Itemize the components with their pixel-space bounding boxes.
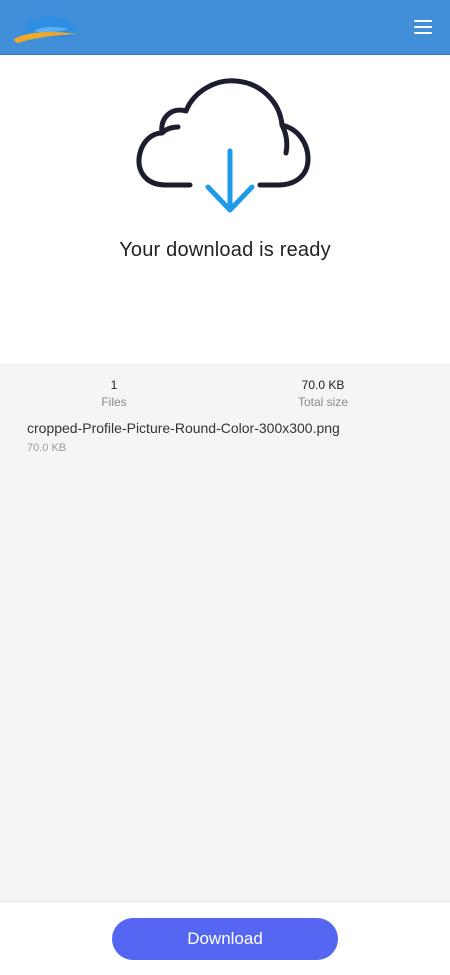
total-size-value: 70.0 KB [301,378,345,392]
menu-button[interactable] [414,17,434,35]
files-count-value: 1 [110,378,118,392]
download-details: 1 Files 70.0 KB Total size cropped-Profi… [0,363,450,901]
files-count-label: Files [101,395,127,409]
file-name: cropped-Profile-Picture-Round-Color-300x… [27,420,340,436]
cloud-download-icon [136,78,311,213]
hamburger-menu-icon-line [414,26,432,28]
app-header [0,0,450,55]
hamburger-menu-icon-line [414,20,432,22]
total-size-stat: 70.0 KB Total size [263,377,383,410]
download-footer: Download [0,901,450,975]
files-count-stat: 1 Files [54,377,174,410]
file-size: 70.0 KB [27,442,67,454]
total-size-label: Total size [297,395,349,409]
download-ready-title: Your download is ready [119,239,331,261]
cloud-logo-icon[interactable] [12,8,82,48]
download-ready-hero: Your download is ready [0,55,450,363]
file-list-item[interactable]: cropped-Profile-Picture-Round-Color-300x… [27,419,427,456]
download-button[interactable]: Download [112,918,338,960]
hamburger-menu-icon-line [414,32,432,34]
